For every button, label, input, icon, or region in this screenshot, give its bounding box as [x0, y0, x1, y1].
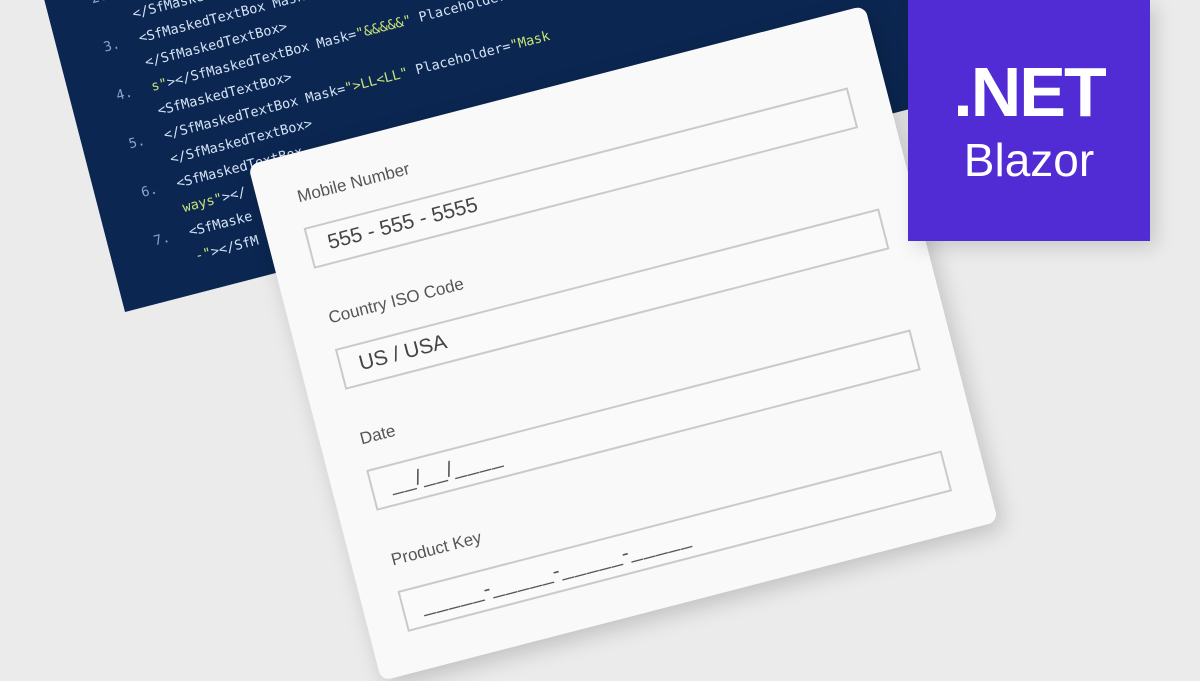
line-number: [117, 260, 196, 281]
code-string: "LLLLLL": [310, 0, 377, 1]
brand-subtitle: Blazor: [963, 134, 1095, 186]
brand-title: .NET: [953, 53, 1106, 131]
code-string: "Mask >LL<LL (ex: SAmple)": [511, 0, 720, 1]
mobile-number-label: Mobile Number: [295, 159, 412, 207]
code-string: "&&&&&": [354, 11, 414, 42]
code-string: "Mask: [508, 27, 552, 54]
code-token: Placeholder=: [409, 0, 516, 28]
code-token: ></: [220, 183, 248, 206]
dotnet-blazor-badge: .NET Blazor: [908, 0, 1150, 241]
code-token: Placeholder=: [405, 37, 513, 80]
date-label: Date: [357, 420, 398, 449]
code-string: ">LL<LL": [342, 64, 410, 97]
product-key-label: Product Key: [389, 527, 484, 570]
